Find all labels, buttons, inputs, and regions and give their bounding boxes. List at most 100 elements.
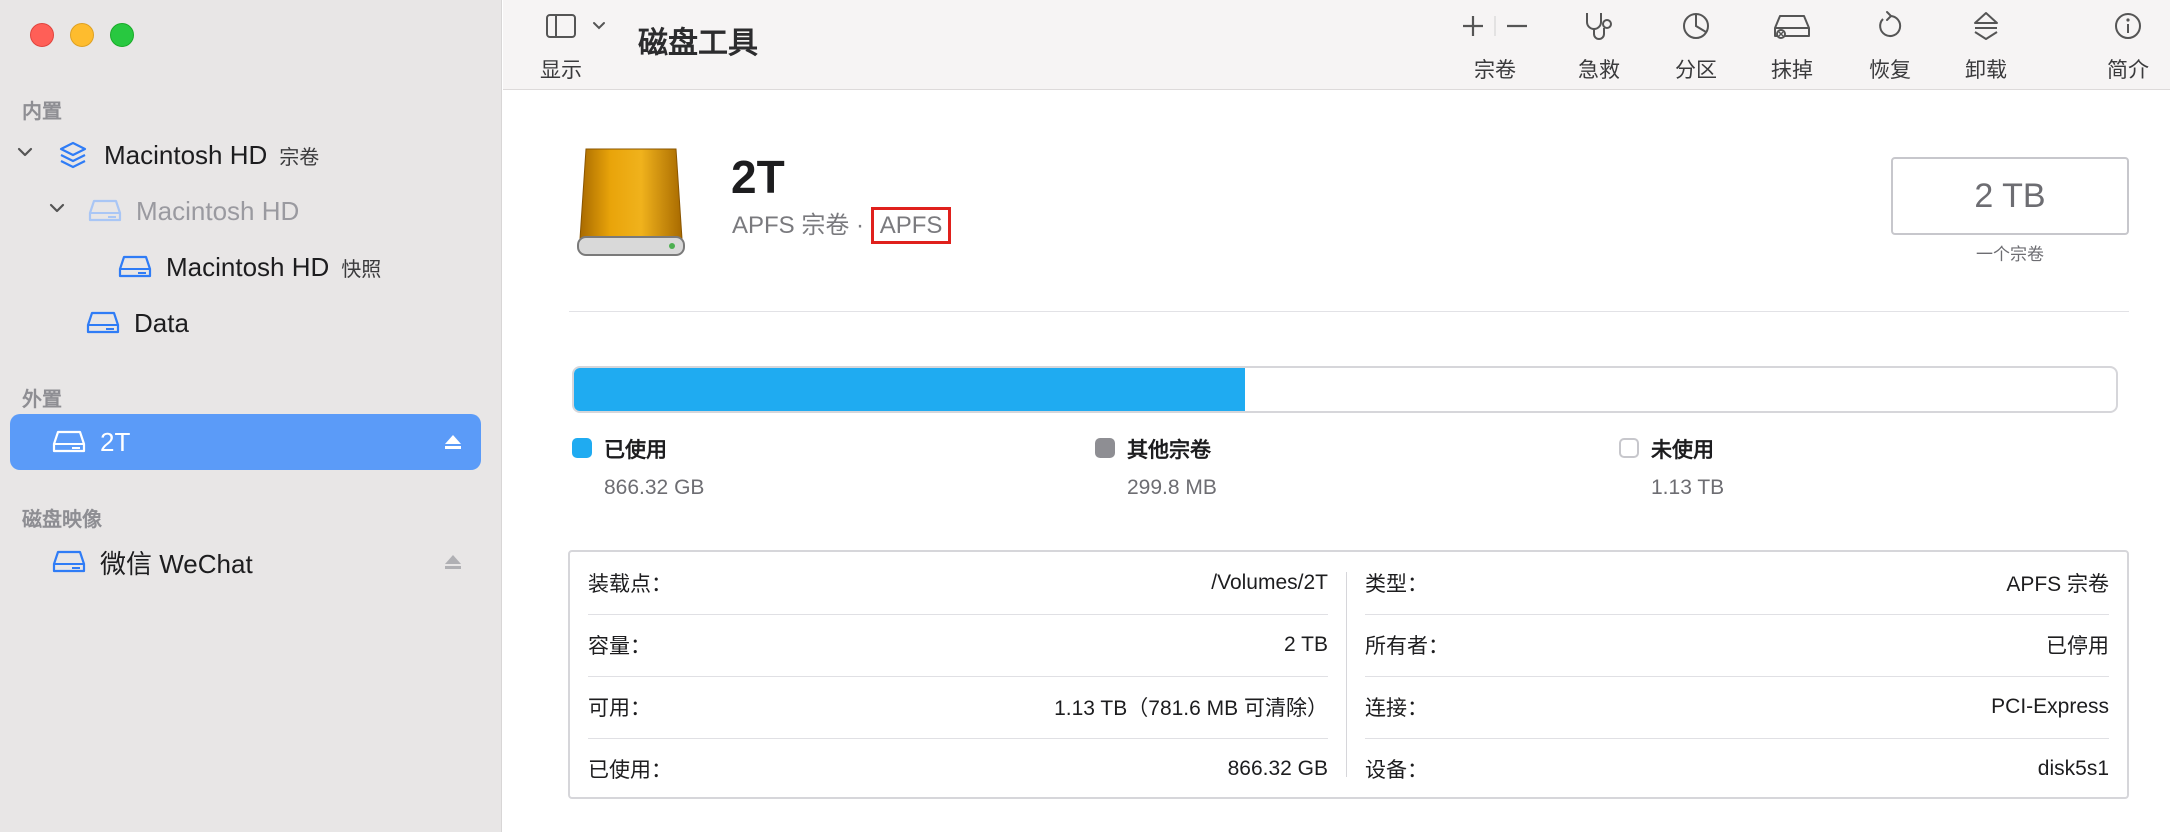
sidebar-item-sublabel: 宗卷: [279, 146, 320, 169]
legend-value: 1.13 TB: [1651, 476, 1725, 499]
partition-button[interactable]: 分区: [1675, 10, 1717, 84]
info-value: 866.32 GB: [1227, 757, 1328, 780]
legend-value: 866.32 GB: [604, 476, 705, 499]
external-drive-icon: [572, 143, 690, 261]
info-row-connection: 连接： PCI-Express: [1365, 676, 2109, 738]
legend-label: 已使用: [604, 439, 667, 462]
disk-icon: [88, 194, 122, 228]
pie-icon: [1680, 10, 1712, 42]
legend-swatch-other: [1095, 438, 1115, 458]
zoom-window-button[interactable]: [110, 23, 134, 47]
sidebar-icon: [544, 10, 610, 42]
info-value: /Volumes/2T: [1211, 571, 1328, 594]
sidebar-item-macintosh-hd-container[interactable]: Macintosh HD 宗卷: [10, 127, 481, 183]
volume-label: 宗卷: [1474, 59, 1516, 82]
info-row-capacity: 容量： 2 TB: [588, 614, 1328, 676]
info-value: disk5s1: [2037, 757, 2109, 780]
chevron-down-icon[interactable]: [42, 199, 72, 223]
stethoscope-icon: [1579, 10, 1619, 42]
partition-label: 分区: [1675, 59, 1717, 82]
restore-label: 恢复: [1869, 59, 1911, 82]
eject-icon[interactable]: [443, 552, 463, 572]
info-key: 设备：: [1365, 759, 1428, 782]
erase-button[interactable]: 抹掉: [1771, 10, 1813, 84]
disk-icon: [86, 306, 120, 340]
sidebar-item-label: Macintosh HD: [104, 139, 268, 170]
info-right-column: 类型： APFS 宗卷 所有者： 已停用 连接： PCI-Express 设备：…: [1347, 552, 2127, 797]
sidebar-item-macintosh-hd-volume[interactable]: Macintosh HD: [42, 183, 481, 239]
info-key: 已使用：: [588, 759, 672, 782]
info-key: 可用：: [588, 697, 651, 720]
info-table: 装载点： /Volumes/2T 容量： 2 TB 可用： 1.13 TB（78…: [568, 550, 2129, 799]
erase-icon: [1772, 10, 1812, 42]
volume-name: 2T: [731, 151, 785, 203]
volume-add-remove-button[interactable]: 宗卷: [1455, 10, 1535, 84]
sidebar-item-2t[interactable]: 2T: [10, 414, 481, 470]
chevron-down-icon[interactable]: [10, 143, 40, 167]
legend-label: 其他宗卷: [1127, 439, 1211, 462]
info-icon: [2112, 10, 2144, 42]
info-key: 类型：: [1365, 573, 1428, 596]
unmount-button[interactable]: 卸载: [1965, 10, 2007, 84]
sidebar-item-wechat[interactable]: 微信 WeChat: [10, 534, 481, 590]
app-title: 磁盘工具: [638, 27, 758, 60]
sidebar-item-label: Macintosh HD: [166, 251, 330, 282]
sidebar-item-data[interactable]: Data: [86, 295, 481, 351]
sidebar-item-label: Data: [134, 307, 189, 338]
sidebar-item-label: 2T: [100, 426, 131, 457]
legend-swatch-used: [572, 438, 592, 458]
info-row-available: 可用： 1.13 TB（781.6 MB 可清除）: [588, 676, 1328, 738]
erase-label: 抹掉: [1771, 59, 1813, 82]
sidebar: 内置 Macintosh HD 宗卷 Macintosh HD Macintos…: [0, 0, 502, 832]
disk-icon: [52, 545, 86, 579]
sidebar-item-sublabel: 快照: [341, 258, 382, 281]
sidebar-item-label: 微信 WeChat: [100, 548, 253, 579]
volume-type-prefix: APFS 宗卷 ·: [732, 212, 871, 239]
info-value: 已停用: [2046, 635, 2109, 658]
legend-value: 299.8 MB: [1127, 476, 1217, 499]
usage-fill-used: [574, 368, 1245, 411]
restore-icon: [1874, 10, 1906, 42]
disk-icon: [118, 250, 152, 284]
legend-swatch-free: [1619, 438, 1639, 458]
section-disk-images-label: 磁盘映像: [22, 509, 102, 531]
volume-format-highlight: APFS: [870, 207, 952, 244]
stack-icon: [56, 138, 90, 172]
info-value: APFS 宗卷: [2006, 573, 2109, 596]
section-internal-label: 内置: [22, 101, 62, 123]
info-value: PCI-Express: [1991, 695, 2109, 718]
view-label: 显示: [540, 59, 582, 82]
first-aid-button[interactable]: 急救: [1578, 10, 1620, 84]
info-row-owners: 所有者： 已停用: [1365, 614, 2109, 676]
close-window-button[interactable]: [30, 23, 54, 47]
info-value: 1.13 TB（781.6 MB 可清除）: [1054, 697, 1328, 720]
unmount-icon: [1970, 10, 2002, 42]
view-button[interactable]: 显示: [540, 10, 610, 84]
info-row-device: 设备： disk5s1: [1365, 738, 2109, 800]
restore-button[interactable]: 恢复: [1869, 10, 1911, 84]
sidebar-item-label: Macintosh HD: [136, 195, 300, 226]
info-row-mount-point: 装载点： /Volumes/2T: [588, 552, 1328, 614]
sidebar-item-macintosh-hd-snapshot[interactable]: Macintosh HD 快照: [118, 239, 481, 295]
plus-icon[interactable]: [1455, 12, 1535, 40]
info-key: 装载点：: [588, 573, 672, 596]
info-key: 容量：: [588, 635, 651, 658]
info-key: 连接：: [1365, 697, 1428, 720]
section-external-label: 外置: [22, 389, 62, 411]
unmount-label: 卸载: [1965, 59, 2007, 82]
eject-icon[interactable]: [443, 432, 463, 452]
legend-label: 未使用: [1651, 439, 1714, 462]
volume-size-caption: 一个宗卷: [1976, 245, 2044, 264]
usage-bar: [572, 366, 2118, 413]
volume-size-box: 2 TB: [1891, 157, 2129, 235]
info-value: 2 TB: [1284, 633, 1328, 656]
info-row-used: 已使用： 866.32 GB: [588, 738, 1328, 800]
minimize-window-button[interactable]: [70, 23, 94, 47]
plus-minus-icons: [1455, 10, 1535, 42]
info-button[interactable]: 简介: [2107, 10, 2149, 84]
volume-subtitle: APFS 宗卷 · APFS: [732, 205, 952, 244]
disk-icon: [52, 425, 86, 459]
divider: [569, 311, 2129, 312]
info-key: 所有者：: [1365, 635, 1449, 658]
info-left-column: 装载点： /Volumes/2T 容量： 2 TB 可用： 1.13 TB（78…: [570, 552, 1346, 797]
